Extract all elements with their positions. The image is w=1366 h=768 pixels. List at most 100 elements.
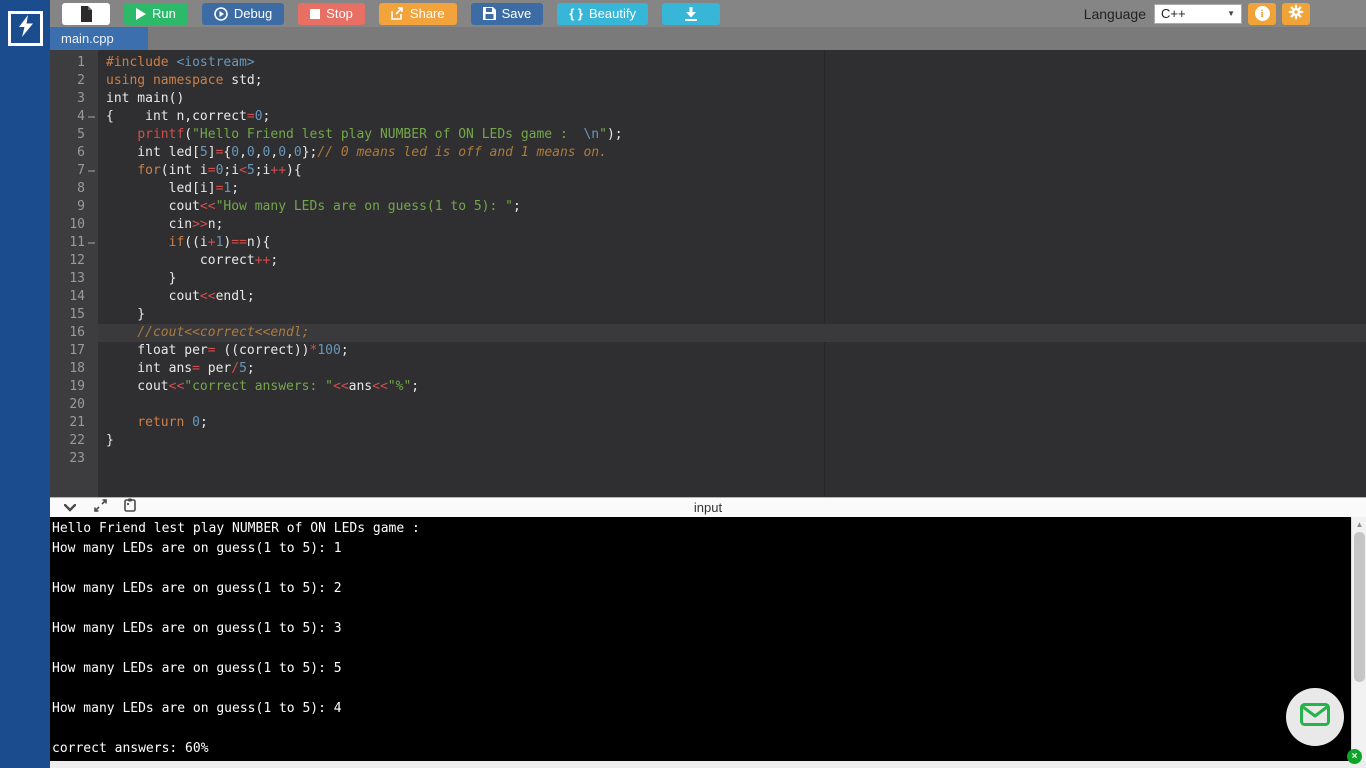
- language-selected-value: C++: [1161, 6, 1186, 21]
- line-number[interactable]: 18: [50, 360, 98, 378]
- console-line: How many LEDs are on guess(1 to 5): 5: [52, 659, 1350, 679]
- chevron-down-icon: ▼: [1227, 9, 1235, 18]
- line-number[interactable]: 4: [50, 108, 98, 126]
- scrollbar-up-arrow[interactable]: ▲: [1352, 517, 1366, 531]
- debug-label: Debug: [234, 6, 272, 21]
- code-line: cout<<"How many LEDs are on guess(1 to 5…: [98, 198, 1366, 216]
- console-line: Hello Friend lest play NUMBER of ON LEDs…: [52, 519, 1350, 539]
- code-line: [98, 450, 1366, 468]
- clipboard-icon: [124, 498, 136, 517]
- code-line: }: [98, 432, 1366, 450]
- expand-console-button[interactable]: [90, 500, 110, 516]
- chevron-down-icon: [64, 499, 76, 517]
- line-number[interactable]: 15: [50, 306, 98, 324]
- code-line: { int n,correct=0;: [98, 108, 1366, 126]
- console-line: [52, 559, 1350, 579]
- line-number[interactable]: 3: [50, 90, 98, 108]
- info-icon: i: [1255, 6, 1270, 21]
- code-line: cout<<"correct answers: "<<ans<<"%";: [98, 378, 1366, 396]
- collapse-console-button[interactable]: [60, 500, 80, 516]
- code-line: }: [98, 306, 1366, 324]
- line-number[interactable]: 8: [50, 180, 98, 198]
- line-number[interactable]: 12: [50, 252, 98, 270]
- sidebar: [0, 0, 50, 768]
- fold-marker-icon[interactable]: [88, 116, 95, 118]
- tab-bar: main.cpp: [50, 27, 1366, 50]
- settings-button[interactable]: [1282, 3, 1310, 25]
- floppy-icon: [483, 7, 496, 20]
- code-editor[interactable]: 1234567891011121314151617181920212223 #i…: [50, 50, 1366, 497]
- fold-marker-icon[interactable]: [88, 242, 95, 244]
- code-line: float per= ((correct))*100;: [98, 342, 1366, 360]
- stop-square-icon: [310, 9, 320, 19]
- fold-marker-icon[interactable]: [88, 170, 95, 172]
- chat-close-button[interactable]: ×: [1347, 749, 1362, 764]
- braces-icon: { }: [569, 6, 583, 21]
- toolbar-right-group: Language C++ ▼ i: [1084, 3, 1310, 25]
- app-logo[interactable]: [8, 11, 43, 46]
- share-icon: [391, 7, 404, 20]
- editor-gutter: 1234567891011121314151617181920212223: [50, 54, 98, 468]
- line-number[interactable]: 19: [50, 378, 98, 396]
- code-line: //cout<<correct<<endl;: [98, 324, 1366, 342]
- line-number[interactable]: 16: [50, 324, 98, 342]
- expand-icon: [94, 499, 107, 517]
- debug-play-circle-icon: [214, 7, 228, 21]
- line-number[interactable]: 20: [50, 396, 98, 414]
- code-line: int led[5]={0,0,0,0,0};// 0 means led is…: [98, 144, 1366, 162]
- code-line: cout<<endl;: [98, 288, 1366, 306]
- download-button[interactable]: [662, 3, 720, 25]
- file-icon: [80, 6, 93, 22]
- code-line: if((i+1)==n){: [98, 234, 1366, 252]
- line-number[interactable]: 13: [50, 270, 98, 288]
- new-file-button[interactable]: [62, 3, 110, 25]
- share-button[interactable]: Share: [379, 3, 457, 25]
- code-line: #include <iostream>: [98, 54, 1366, 72]
- line-number[interactable]: 17: [50, 342, 98, 360]
- clipboard-button[interactable]: [120, 500, 140, 516]
- console-scrollbar[interactable]: ▲ ▼: [1351, 517, 1366, 761]
- code-line: return 0;: [98, 414, 1366, 432]
- tab-main-cpp[interactable]: main.cpp: [50, 27, 148, 50]
- share-label: Share: [410, 6, 445, 21]
- console-output[interactable]: Hello Friend lest play NUMBER of ON LEDs…: [50, 517, 1366, 761]
- line-number[interactable]: 9: [50, 198, 98, 216]
- run-button[interactable]: Run: [124, 3, 188, 25]
- console-line: correct answers: 60%: [52, 739, 1350, 759]
- line-number[interactable]: 7: [50, 162, 98, 180]
- scrollbar-thumb[interactable]: [1354, 532, 1365, 682]
- code-line: correct++;: [98, 252, 1366, 270]
- code-line: for(int i=0;i<5;i++){: [98, 162, 1366, 180]
- line-number[interactable]: 22: [50, 432, 98, 450]
- debug-button[interactable]: Debug: [202, 3, 284, 25]
- line-number[interactable]: 2: [50, 72, 98, 90]
- console-line: How many LEDs are on guess(1 to 5): 1: [52, 539, 1350, 559]
- code-line: }: [98, 270, 1366, 288]
- line-number[interactable]: 6: [50, 144, 98, 162]
- save-button[interactable]: Save: [471, 3, 544, 25]
- line-number[interactable]: 10: [50, 216, 98, 234]
- console-header: input: [50, 497, 1366, 517]
- line-number[interactable]: 1: [50, 54, 98, 72]
- console-line: [52, 599, 1350, 619]
- language-label: Language: [1084, 6, 1146, 22]
- line-number[interactable]: 14: [50, 288, 98, 306]
- line-number[interactable]: 23: [50, 450, 98, 468]
- save-label: Save: [502, 6, 532, 21]
- code-line: int main(): [98, 90, 1366, 108]
- code-line: [98, 396, 1366, 414]
- stop-button[interactable]: Stop: [298, 3, 365, 25]
- line-number[interactable]: 5: [50, 126, 98, 144]
- lightning-icon: [17, 15, 35, 42]
- line-number[interactable]: 11: [50, 234, 98, 252]
- info-button[interactable]: i: [1248, 3, 1276, 25]
- download-icon: [684, 7, 698, 21]
- tab-label: main.cpp: [61, 31, 114, 46]
- toolbar: Run Debug Stop Share Save { } Beautify L…: [50, 0, 1366, 27]
- code-line: using namespace std;: [98, 72, 1366, 90]
- language-select[interactable]: C++ ▼: [1154, 4, 1242, 24]
- beautify-button[interactable]: { } Beautify: [557, 3, 648, 25]
- horizontal-scrollbar-track[interactable]: [50, 761, 1366, 768]
- chat-widget-button[interactable]: [1286, 688, 1344, 746]
- line-number[interactable]: 21: [50, 414, 98, 432]
